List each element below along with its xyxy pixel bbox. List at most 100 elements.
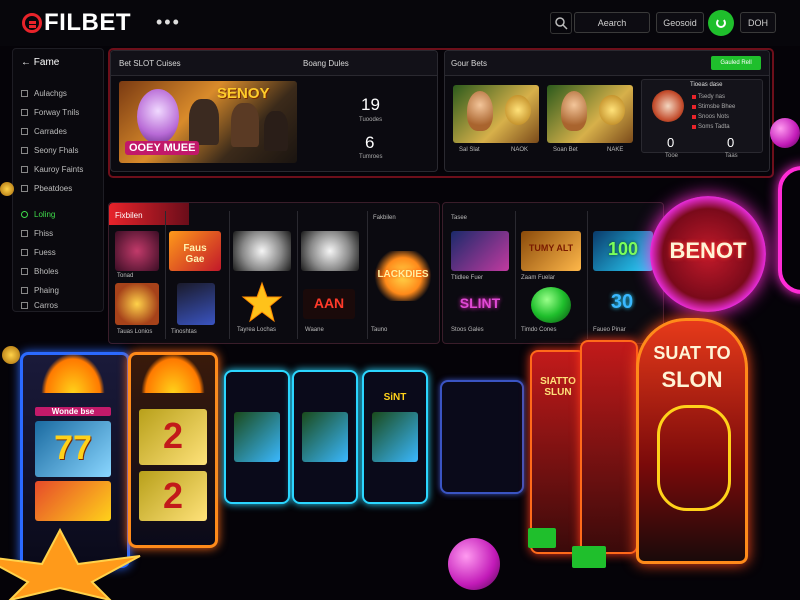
top-bar: FILBET ••• Aearch Geosoid DOH [0,0,800,46]
score-1: 0 [667,135,675,150]
sidebar-item-5[interactable]: Kauroy Faints [21,165,83,174]
game-tile-15[interactable]: 30 [595,287,649,323]
game-tile-8[interactable]: LACKDIES [371,251,435,301]
live-game-4-caption: NAKE [607,147,624,153]
sidebar-item-6[interactable]: Pbeatdoes [21,184,72,193]
sidebar-item-12[interactable]: Carros [21,301,58,310]
menu-item-icon [21,287,28,294]
back-arrow-icon: ← [21,57,34,68]
menu-item-icon [21,109,28,116]
featured-subtitle[interactable]: Boang Dules [303,59,349,68]
game-tile-13-caption: Timdo Cones [521,327,557,333]
search-button[interactable]: Aearch [574,12,650,33]
neon-ring-decoration [778,166,800,294]
live-game-1[interactable] [453,85,539,143]
game-tile-1-caption: Tonad [117,273,134,279]
neon-orb-pink [448,538,500,590]
star-icon[interactable] [241,281,283,323]
menu-item-icon [21,128,28,135]
game-tile-12-label: TUMY ALT [528,243,574,253]
stat-count-1: 19 [361,95,380,114]
slot-2-reel: 2 [162,415,184,456]
game-tile-7[interactable]: AAN [303,289,355,319]
slot-machine-6[interactable]: SIATTO SLUN [530,350,586,554]
big-neon-sign: BENOT [650,196,766,312]
live-action-button[interactable]: Gauled Rell [711,56,761,70]
power-icon[interactable] [708,10,734,36]
game-tile-11[interactable]: SLINT [451,289,509,319]
menu-item-icon [21,268,28,275]
live-game-1-caption: Sal Slat [459,147,480,153]
live-title: Gour Bets [451,59,488,68]
games-grid-right: Tasee Ttidlee Fuer SLINT Stoos Gales TUM… [442,202,664,344]
slot-1-top-label: Wonde bse [35,407,111,416]
slot-machine-2[interactable]: 2 2 [128,352,218,548]
slot-machine-4[interactable] [292,370,358,504]
slot-machine-8[interactable]: SUAT TO SLON [636,318,748,564]
promo-line-2: Stimsbe Bhee [698,104,736,110]
big-neon-sign-text: BENOT [669,238,747,263]
sidebar-item-7[interactable]: Loling [21,210,55,219]
game-tile-5[interactable] [233,231,291,271]
sidebar-item-9[interactable]: Fuess [21,248,56,257]
game-tile-12-caption: Zaam Fuelar [521,275,556,281]
game-tile-15-label: 30 [610,291,634,313]
game-tile-14[interactable]: 100 [593,231,653,271]
game-tile-4[interactable] [177,283,215,325]
score-2-caption: Taas [725,153,738,159]
menu-item-icon [21,249,28,256]
neon-orb-small [770,118,800,148]
list-bullet-icon [692,95,696,99]
promo-line-4: Soms Tadta [698,124,730,130]
slot-machine-5[interactable]: SiNT [362,370,428,504]
game-tile-3[interactable]: Faus Gae [169,231,221,271]
more-menu-icon[interactable]: ••• [156,12,181,33]
green-orb-icon[interactable] [531,287,571,323]
score-2: 0 [727,135,735,150]
sidebar-item-11[interactable]: Phaing [21,286,59,295]
banner-title: SENOY [217,85,270,102]
slot-machine-3[interactable] [224,370,290,504]
slot-machine-7[interactable] [580,340,638,554]
sidebar-item-10[interactable]: Bholes [21,267,58,276]
logo-icon [22,13,42,33]
game-tile-12[interactable]: TUMY ALT [521,231,581,271]
machine-screen-2 [572,546,606,568]
live-game-2[interactable] [547,85,633,143]
slot-8-sign-top: SUAT TO [653,343,731,363]
slot-row-far [440,380,524,494]
slot-1-reel: 77 [54,429,92,467]
slot-6-label: SIATTO SLUN [540,376,576,398]
sidebar-item-2[interactable]: Forway Tnils [21,108,79,117]
menu-item-icon [21,90,28,97]
menu-item-icon [21,302,28,309]
brand-logo[interactable]: FILBET [22,9,131,37]
game-tile-8-caption: Fakbilen [373,215,396,221]
game-tile-2-caption: Tauas Lonios [117,329,153,335]
sidebar-item-3[interactable]: Carrades [21,127,67,136]
game-tile-6[interactable] [301,231,359,271]
game-tile-8-label: LACKDIES [377,269,429,280]
sidebar-item-1[interactable]: Aulachgs [21,89,67,98]
slot-2-reel-lower: 2 [162,475,184,516]
slot-5-label: SiNT [383,392,407,403]
score-1-caption: Tooe [665,153,679,159]
neon-star-icon [0,527,141,600]
featured-panel: Bet SLOT Cuises Boang Dules SENOY OOEY M… [110,50,438,172]
games-right-title: Tasee [451,215,468,221]
sidebar-title[interactable]: ← Fame [21,57,59,68]
live-game-2-caption: NAOK [511,147,529,153]
game-tile-7-label: AAN [313,295,345,311]
game-tile-1[interactable] [115,231,159,271]
login-button[interactable]: Geosoid [656,12,704,33]
sidebar-item-8[interactable]: Fhiss [21,229,53,238]
game-tile-2[interactable] [115,283,159,325]
promo-card-title: Tioeas dase [690,82,723,88]
sidebar-item-4[interactable]: Seony Fhals [21,146,78,155]
extra-button[interactable]: DOH [740,12,776,33]
featured-banner[interactable]: SENOY OOEY MUEE [119,81,297,163]
search-icon[interactable] [550,12,572,34]
stat-caption-1: Tuoodes [359,117,383,123]
promo-card[interactable]: Tioeas dase Tsedy nas Stimsbe Bhee Snoos… [641,79,763,153]
game-tile-10[interactable] [451,231,509,271]
